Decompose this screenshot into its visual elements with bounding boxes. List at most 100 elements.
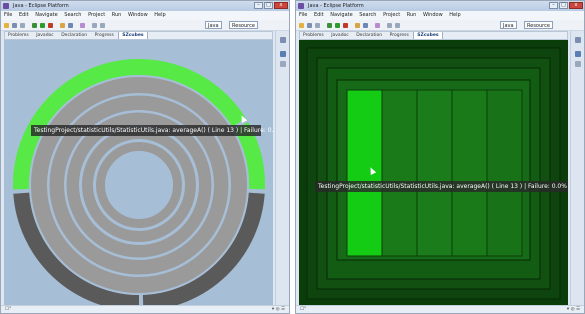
save-icon[interactable] [12,23,17,28]
window-titlebar: Java - Eclipse Platform – □ x [296,1,584,11]
tab-progress[interactable]: Progress [387,32,412,39]
menu-project[interactable]: Project [88,12,105,18]
search-icon[interactable] [375,23,380,28]
tab-declaration[interactable]: Declaration [58,32,90,39]
nav-back-icon[interactable] [387,23,392,28]
status-bar: ☐° ▾ ◎ ☰ [296,305,584,313]
sunburst-ring-separator[interactable] [105,151,173,219]
tab-declaration[interactable]: Declaration [353,32,385,39]
external-tools-icon[interactable] [48,23,53,28]
menu-bar: File Edit Navigate Search Project Run Wi… [1,11,289,20]
side-trim-bar [275,31,289,305]
nav-forward-icon[interactable] [395,23,400,28]
new-icon[interactable] [299,23,304,28]
sunburst-ring-separator[interactable] [93,139,185,231]
menu-project[interactable]: Project [383,12,400,18]
new-package-icon[interactable] [60,23,65,28]
search-icon[interactable] [80,23,85,28]
sunburst-ring-level-6[interactable] [96,142,182,228]
nav-forward-icon[interactable] [100,23,105,28]
window-titlebar: Java - Eclipse Platform – □ x [1,1,289,11]
hover-tooltip: TestingProject/statisticUtils/StatisticU… [315,181,568,192]
new-icon[interactable] [4,23,9,28]
treemap-method-cell[interactable] [451,89,488,257]
menu-run[interactable]: Run [407,12,417,18]
sunburst-view[interactable]: TestingProject/statisticUtils/StatisticU… [4,40,273,307]
close-button[interactable]: x [274,2,288,9]
eclipse-app-icon [298,3,304,9]
view-tab-bar: Problems Javadoc Declaration Progress SZ… [4,31,273,40]
new-class-icon[interactable] [363,23,368,28]
perspective-resource-button[interactable]: Resource [229,21,258,29]
treemap-method-cell[interactable] [381,89,418,257]
tab-javadoc[interactable]: Javadoc [33,32,57,39]
hover-tooltip: TestingProject/statisticUtils/StatisticU… [31,125,273,136]
restore-icon[interactable] [575,37,581,43]
eclipse-window-left: Java - Eclipse Platform – □ x File Edit … [0,0,290,314]
menu-help[interactable]: Help [154,12,165,18]
window-title: Java - Eclipse Platform [308,3,364,9]
menu-search[interactable]: Search [359,12,376,18]
side-trim-bar [570,31,584,305]
perspective-resource-button[interactable]: Resource [524,21,553,29]
menu-window[interactable]: Window [128,12,148,18]
menu-help[interactable]: Help [449,12,460,18]
menu-bar: File Edit Navigate Search Project Run Wi… [296,11,584,20]
maximize-button[interactable]: □ [559,2,568,9]
treemap-method-averageA[interactable] [346,89,383,257]
view-tab-bar: Problems Javadoc Declaration Progress SZ… [299,31,568,40]
print-icon[interactable] [20,23,25,28]
minimize-button[interactable]: – [254,2,263,9]
task-list-icon[interactable] [280,61,286,67]
treemap-svg[interactable] [299,40,568,307]
eclipse-window-right: Java - Eclipse Platform – □ x File Edit … [295,0,585,314]
new-package-icon[interactable] [355,23,360,28]
outline-icon[interactable] [280,51,286,57]
perspective-java-button[interactable]: Java [500,21,517,29]
menu-file[interactable]: File [4,12,12,18]
restore-icon[interactable] [280,37,286,43]
minimize-button[interactable]: – [549,2,558,9]
tab-szcubes[interactable]: SZcubes [413,32,443,39]
tab-szcubes[interactable]: SZcubes [118,32,148,39]
menu-window[interactable]: Window [423,12,443,18]
maximize-button[interactable]: □ [264,2,273,9]
window-title: Java - Eclipse Platform [13,3,69,9]
close-button[interactable]: x [569,2,583,9]
status-left: ☐° [300,307,307,312]
status-right: ▾ ◎ ☰ [566,307,580,312]
eclipse-app-icon [3,3,9,9]
treemap-method-cell[interactable] [416,89,453,257]
run-icon[interactable] [335,23,340,28]
menu-edit[interactable]: Edit [19,12,29,18]
external-tools-icon[interactable] [343,23,348,28]
debug-icon[interactable] [32,23,37,28]
outline-icon[interactable] [575,51,581,57]
perspective-java-button[interactable]: Java [205,21,222,29]
status-bar: ☐° ▾ ◎ ☰ [1,305,289,313]
run-icon[interactable] [40,23,45,28]
menu-file[interactable]: File [299,12,307,18]
print-icon[interactable] [315,23,320,28]
menu-edit[interactable]: Edit [314,12,324,18]
debug-icon[interactable] [327,23,332,28]
treemap-view[interactable]: TestingProject/statisticUtils/StatisticU… [299,40,568,307]
tab-problems[interactable]: Problems [300,32,327,39]
menu-navigate[interactable]: Navigate [330,12,352,18]
tab-progress[interactable]: Progress [92,32,117,39]
status-right: ▾ ◎ ☰ [271,307,285,312]
sunburst-svg[interactable] [4,40,273,307]
main-toolbar: Java Resource [1,20,289,31]
menu-search[interactable]: Search [64,12,81,18]
treemap-method-cell[interactable] [486,89,523,257]
menu-navigate[interactable]: Navigate [35,12,57,18]
new-class-icon[interactable] [68,23,73,28]
tab-problems[interactable]: Problems [5,32,32,39]
tab-javadoc[interactable]: Javadoc [328,32,352,39]
menu-run[interactable]: Run [112,12,122,18]
save-icon[interactable] [307,23,312,28]
nav-back-icon[interactable] [92,23,97,28]
main-toolbar: Java Resource [296,20,584,31]
status-left: ☐° [5,307,12,312]
task-list-icon[interactable] [575,61,581,67]
